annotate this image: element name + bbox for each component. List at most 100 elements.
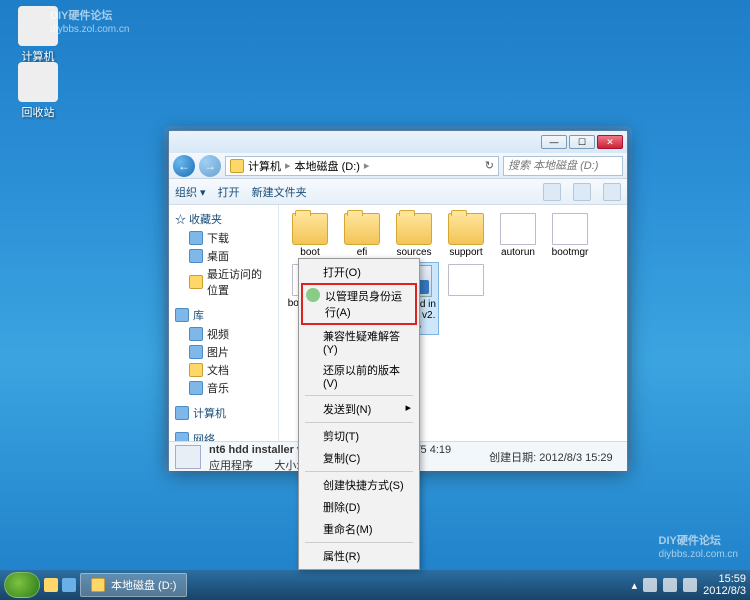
watermark: DIY硬件论坛diybbs.zol.com.cn: [659, 531, 738, 560]
folder-icon: [230, 159, 244, 173]
watermark: DIY硬件论坛diybbs.zol.com.cn: [50, 6, 129, 35]
file-item[interactable]: boot: [285, 211, 335, 260]
tray-up-icon[interactable]: ▴: [632, 579, 638, 592]
taskbar: 本地磁盘 (D:) ▴ 15:592012/8/3: [0, 570, 750, 600]
separator: [305, 395, 413, 396]
sidebar-item-documents[interactable]: 文档: [171, 361, 276, 379]
folder-icon: [448, 213, 484, 245]
sidebar-item-network[interactable]: 网络: [171, 429, 276, 441]
desktop-icon: [189, 249, 203, 263]
context-item[interactable]: 还原以前的版本(V): [301, 359, 417, 393]
pinned-explorer-icon[interactable]: [44, 578, 58, 592]
flag-icon[interactable]: [643, 578, 657, 592]
context-item[interactable]: 属性(R): [301, 545, 417, 567]
context-item[interactable]: 重命名(M): [301, 518, 417, 540]
computer-icon: [175, 406, 189, 420]
status-filetype: 应用程序: [209, 460, 253, 472]
file-item[interactable]: [441, 262, 491, 335]
context-item[interactable]: 兼容性疑难解答(Y): [301, 325, 417, 359]
shield-icon: [306, 288, 320, 302]
chevron-right-icon: ▸: [364, 159, 370, 172]
folder-icon: [91, 578, 105, 592]
back-button[interactable]: ←: [173, 155, 195, 177]
file-label: autorun: [495, 247, 541, 258]
picture-icon: [189, 345, 203, 359]
sidebar-item-computer[interactable]: 计算机: [171, 403, 276, 423]
context-item[interactable]: 创建快捷方式(S): [301, 474, 417, 496]
preview-icon[interactable]: [573, 183, 591, 201]
titlebar[interactable]: — ☐ ✕: [169, 131, 627, 153]
music-icon: [189, 381, 203, 395]
start-button[interactable]: [4, 572, 40, 598]
file-item[interactable]: sources: [389, 211, 439, 260]
desktop-icon-recycle[interactable]: 回收站: [8, 62, 68, 120]
context-item[interactable]: 发送到(N)▸: [301, 398, 417, 420]
separator: [305, 471, 413, 472]
help-icon[interactable]: [603, 183, 621, 201]
separator: [305, 542, 413, 543]
separator: [305, 422, 413, 423]
folder-icon: [344, 213, 380, 245]
context-item[interactable]: 以管理员身份运行(A): [301, 283, 417, 325]
network-icon: [175, 432, 189, 441]
sidebar-item-pictures[interactable]: 图片: [171, 343, 276, 361]
recent-icon: [189, 275, 203, 289]
organize-button[interactable]: 组织 ▾: [175, 184, 206, 200]
context-menu: 打开(O)以管理员身份运行(A)兼容性疑难解答(Y)还原以前的版本(V) 发送到(…: [298, 258, 420, 570]
clock[interactable]: 15:592012/8/3: [703, 573, 746, 597]
minimize-button[interactable]: —: [541, 135, 567, 149]
maximize-button[interactable]: ☐: [569, 135, 595, 149]
context-item[interactable]: 删除(D): [301, 496, 417, 518]
file-icon: [448, 264, 484, 296]
pinned-app-icon[interactable]: [62, 578, 76, 592]
task-button-explorer[interactable]: 本地磁盘 (D:): [80, 573, 187, 597]
refresh-icon[interactable]: ↻: [485, 159, 494, 172]
context-item[interactable]: 剪切(T): [301, 425, 417, 447]
forward-button[interactable]: →: [199, 155, 221, 177]
file-item[interactable]: efi: [337, 211, 387, 260]
sidebar-item-music[interactable]: 音乐: [171, 379, 276, 397]
sidebar-head-libraries[interactable]: 库: [171, 305, 276, 325]
file-label: support: [443, 247, 489, 258]
close-button[interactable]: ✕: [597, 135, 623, 149]
open-button[interactable]: 打开: [218, 184, 240, 200]
library-icon: [175, 308, 189, 322]
sidebar: ☆ 收藏夹 下载 桌面 最近访问的位置 库 视频 图片 文档 音乐 计算机 网络: [169, 205, 279, 441]
recycle-bin-icon: [18, 62, 58, 102]
sidebar-item-desktop[interactable]: 桌面: [171, 247, 276, 265]
breadcrumb-seg[interactable]: 计算机: [248, 158, 281, 174]
folder-icon: [396, 213, 432, 245]
file-label: efi: [339, 247, 385, 258]
document-icon: [189, 363, 203, 377]
system-tray: ▴ 15:592012/8/3: [632, 573, 746, 597]
volume-icon[interactable]: [683, 578, 697, 592]
new-folder-button[interactable]: 新建文件夹: [252, 184, 307, 200]
breadcrumb-seg[interactable]: 本地磁盘 (D:): [295, 158, 360, 174]
chevron-right-icon: ▸: [405, 401, 411, 414]
context-item[interactable]: 复制(C): [301, 447, 417, 469]
context-item[interactable]: 打开(O): [301, 261, 417, 283]
folder-icon: [292, 213, 328, 245]
view-icon[interactable]: [543, 183, 561, 201]
breadcrumb[interactable]: 计算机 ▸ 本地磁盘 (D:) ▸ ↻: [225, 156, 499, 176]
download-icon: [189, 231, 203, 245]
file-icon: [552, 213, 588, 245]
sidebar-item-downloads[interactable]: 下载: [171, 229, 276, 247]
search-input[interactable]: [503, 156, 623, 176]
toolbar: 组织 ▾ 打开 新建文件夹: [169, 179, 627, 205]
file-item[interactable]: support: [441, 211, 491, 260]
file-label: sources: [391, 247, 437, 258]
file-item[interactable]: bootmgr: [545, 211, 595, 260]
sidebar-item-recent[interactable]: 最近访问的位置: [171, 265, 276, 299]
chevron-right-icon: ▸: [285, 159, 291, 172]
exe-icon: [175, 445, 201, 469]
sidebar-head-favorites[interactable]: ☆ 收藏夹: [171, 209, 276, 229]
desktop-icon-label: 回收站: [22, 107, 55, 119]
network-tray-icon[interactable]: [663, 578, 677, 592]
sidebar-item-videos[interactable]: 视频: [171, 325, 276, 343]
file-label: bootmgr: [547, 247, 593, 258]
file-label: boot: [287, 247, 333, 258]
address-bar: ← → 计算机 ▸ 本地磁盘 (D:) ▸ ↻: [169, 153, 627, 179]
file-item[interactable]: autorun: [493, 211, 543, 260]
video-icon: [189, 327, 203, 341]
